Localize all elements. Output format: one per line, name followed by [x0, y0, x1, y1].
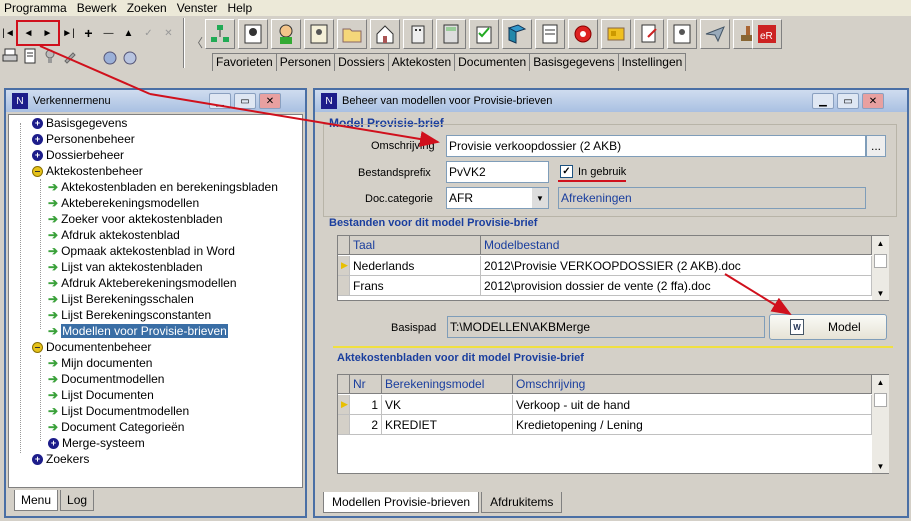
- annotation-arrow: [149, 93, 440, 147]
- annotation-arrow: [39, 45, 151, 95]
- annotation-arrow: [724, 273, 792, 316]
- annotation-arrows: [39, 45, 792, 316]
